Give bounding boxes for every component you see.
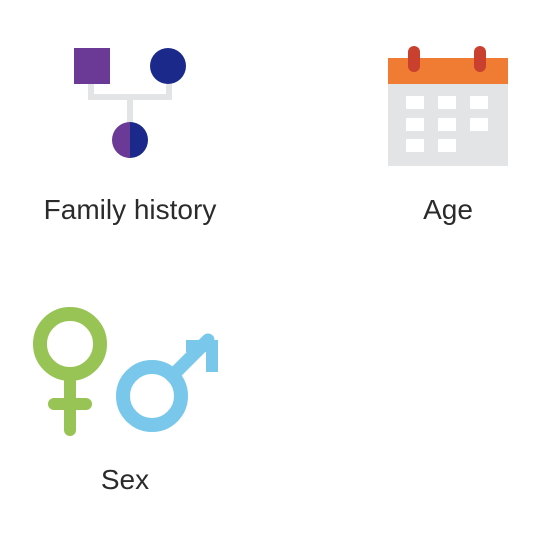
female-symbol-icon — [33, 307, 107, 436]
sex-label: Sex — [100, 464, 150, 495]
sex-factor: Sex — [0, 290, 260, 520]
family-tree-icon — [74, 48, 186, 158]
gender-symbols-icon — [33, 307, 218, 436]
male-symbol-icon — [116, 333, 218, 432]
age-factor: Age — [360, 0, 540, 260]
calendar-icon — [388, 46, 508, 166]
family-history-label: Family history — [43, 194, 217, 225]
age-label: Age — [423, 194, 473, 225]
family-history-factor: Family history — [0, 0, 260, 260]
